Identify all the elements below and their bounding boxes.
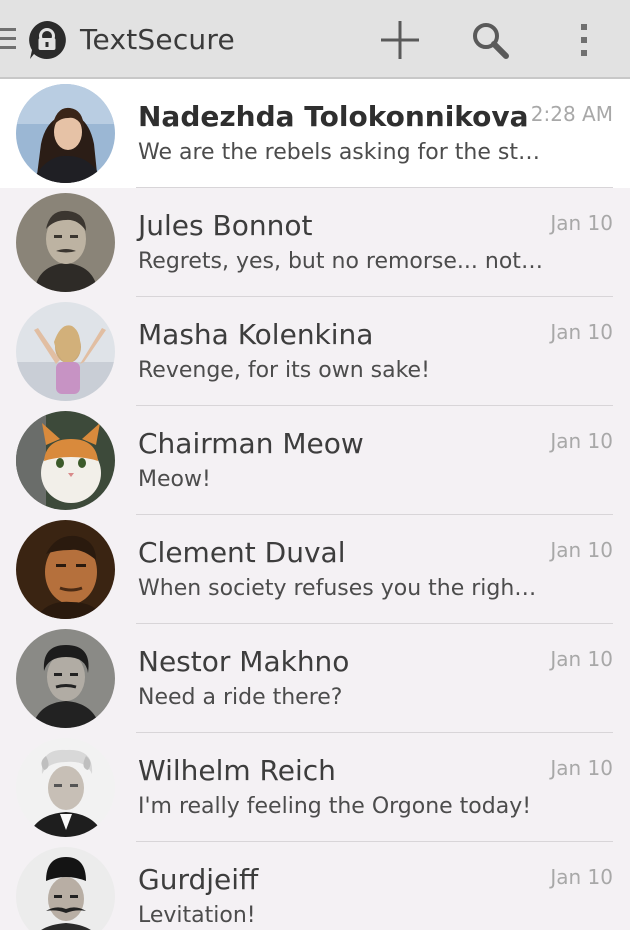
message-snippet: When society refuses you the right to…	[138, 576, 543, 601]
conversation-list[interactable]: Nadezhda Tolokonnikova We are the rebels…	[0, 79, 630, 930]
conversation-row[interactable]: Chairman Meow Meow! Jan 10	[0, 406, 630, 515]
textsecure-logo-icon[interactable]	[26, 19, 68, 61]
contact-avatar[interactable]	[16, 738, 115, 837]
app-title: TextSecure	[80, 23, 235, 56]
message-date: 2:28 AM	[530, 102, 613, 126]
contact-avatar[interactable]	[16, 302, 115, 401]
contact-name: Nadezhda Tolokonnikova	[138, 100, 529, 133]
contact-name: Nestor Makhno	[138, 645, 350, 678]
message-snippet: Revenge, for its own sake!	[138, 358, 430, 383]
plus-icon	[381, 21, 419, 59]
conversation-row[interactable]: Gurdjeiff Levitation! Jan 10	[0, 842, 630, 930]
new-conversation-button[interactable]	[376, 16, 424, 64]
conversation-row[interactable]: Jules Bonnot Regrets, yes, but no remors…	[0, 188, 630, 297]
conversation-row[interactable]: Nestor Makhno Need a ride there? Jan 10	[0, 624, 630, 733]
conversation-row[interactable]: Masha Kolenkina Revenge, for its own sak…	[0, 297, 630, 406]
drawer-icon[interactable]	[0, 28, 16, 52]
contact-avatar[interactable]	[16, 84, 115, 183]
contact-avatar[interactable]	[16, 847, 115, 930]
message-snippet: Need a ride there?	[138, 685, 343, 710]
message-date: Jan 10	[550, 647, 613, 671]
message-date: Jan 10	[550, 865, 613, 889]
contact-name: Masha Kolenkina	[138, 318, 374, 351]
message-snippet: We are the rebels asking for the stor…	[138, 140, 543, 165]
message-date: Jan 10	[550, 538, 613, 562]
message-date: Jan 10	[550, 756, 613, 780]
message-snippet: Meow!	[138, 467, 211, 492]
conversation-list-screen: TextSecure Nadezhda Tolokonnikova We are…	[0, 0, 630, 930]
contact-name: Jules Bonnot	[138, 209, 313, 242]
action-bar: TextSecure	[0, 0, 630, 79]
contact-avatar[interactable]	[16, 520, 115, 619]
contact-name: Wilhelm Reich	[138, 754, 336, 787]
contact-name: Clement Duval	[138, 536, 346, 569]
message-snippet: Regrets, yes, but no remorse... not eve…	[138, 249, 543, 274]
search-button[interactable]	[466, 16, 514, 64]
contact-avatar[interactable]	[16, 193, 115, 292]
message-snippet: I'm really feeling the Orgone today!	[138, 794, 532, 819]
contact-name: Gurdjeiff	[138, 863, 259, 896]
message-snippet: Levitation!	[138, 903, 256, 928]
contact-avatar[interactable]	[16, 411, 115, 510]
contact-name: Chairman Meow	[138, 427, 364, 460]
conversation-row[interactable]: Nadezhda Tolokonnikova We are the rebels…	[0, 79, 630, 188]
message-date: Jan 10	[550, 320, 613, 344]
message-date: Jan 10	[550, 429, 613, 453]
search-icon	[473, 23, 509, 59]
message-date: Jan 10	[550, 211, 613, 235]
conversation-row[interactable]: Wilhelm Reich I'm really feeling the Org…	[0, 733, 630, 842]
overflow-menu-icon	[581, 24, 587, 56]
overflow-menu-button[interactable]	[560, 16, 608, 64]
contact-avatar[interactable]	[16, 629, 115, 728]
conversation-row[interactable]: Clement Duval When society refuses you t…	[0, 515, 630, 624]
